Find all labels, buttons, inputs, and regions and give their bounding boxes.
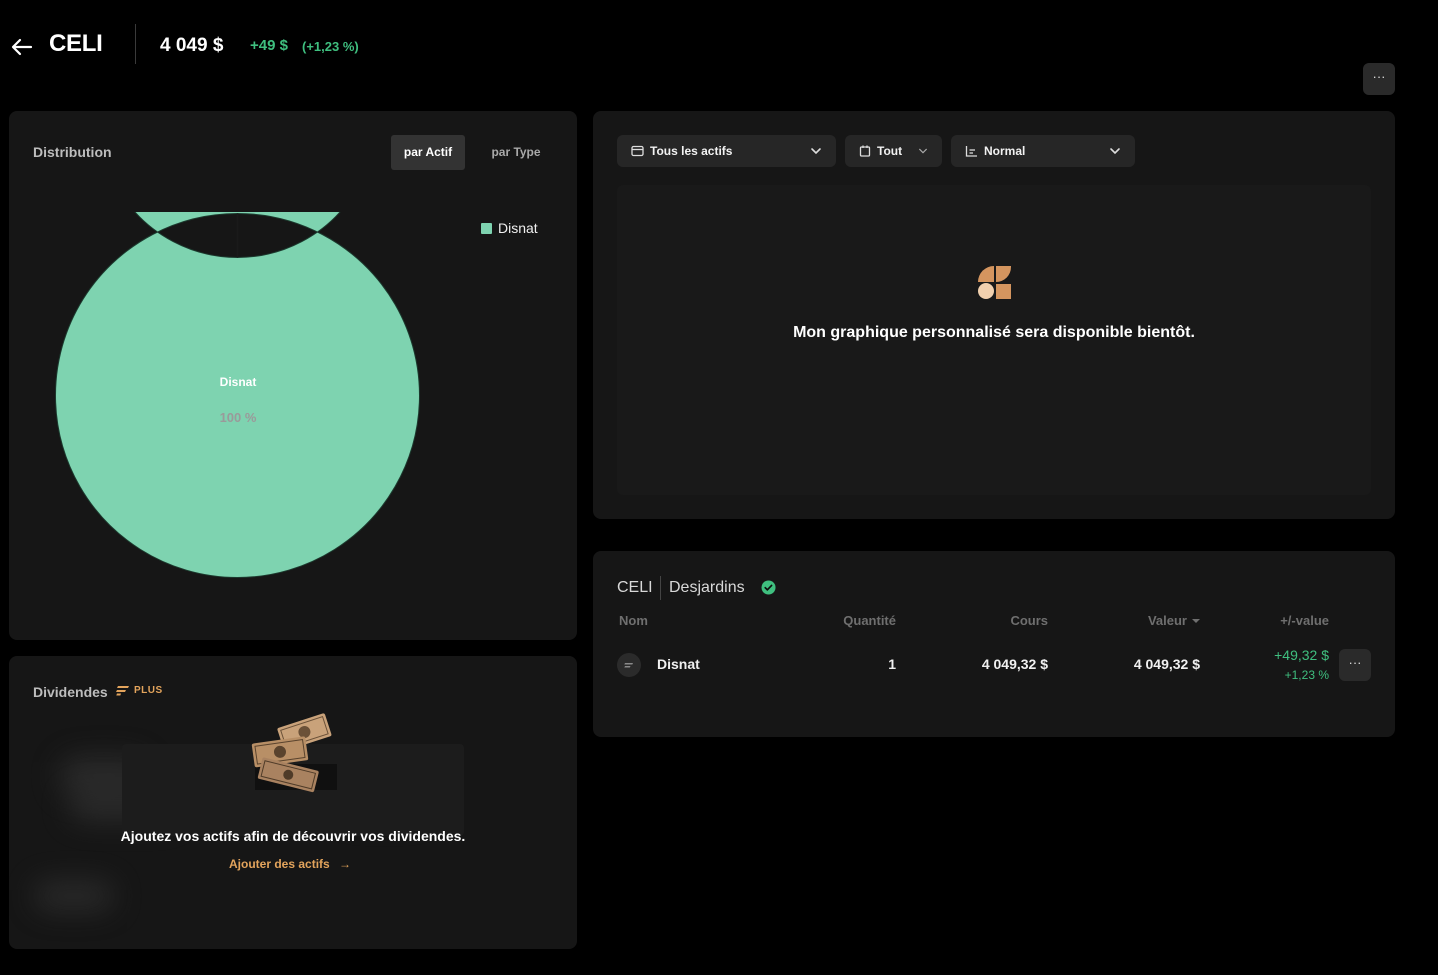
account-change-percent: (+1,23 %)	[302, 39, 359, 54]
chevron-down-icon	[919, 148, 927, 154]
plus-badge: PLUS	[116, 684, 163, 696]
chevron-down-icon	[1110, 148, 1120, 155]
dividends-empty-message: Ajoutez vos actifs afin de découvrir vos…	[120, 828, 466, 844]
chart-legend: Disnat	[481, 220, 538, 236]
arrow-right-icon: →	[339, 857, 352, 871]
column-header-name[interactable]: Nom	[619, 613, 648, 628]
performance-chart-card: Tous les actifs Tout Normal Mon graphiqu…	[593, 111, 1395, 519]
more-options-button[interactable]: ···	[1363, 63, 1395, 95]
holding-quantity: 1	[888, 656, 896, 672]
plus-tier-icon	[116, 686, 129, 696]
tab-by-asset[interactable]: par Actif	[391, 135, 465, 170]
brand-logo-icon	[978, 266, 1011, 299]
period-filter-dropdown[interactable]: Tout	[845, 135, 942, 167]
donut-center-percent: 100 %	[219, 410, 257, 425]
column-header-value[interactable]: Valeur	[1148, 613, 1200, 628]
period-filter-label: Tout	[877, 144, 903, 158]
column-header-price[interactable]: Cours	[1010, 613, 1048, 628]
assets-filter-label: Tous les actifs	[650, 144, 733, 158]
blurred-placeholder	[34, 881, 114, 911]
holding-name[interactable]: Disnat	[657, 656, 700, 672]
row-more-options-button[interactable]: ···	[1339, 649, 1371, 681]
dividends-card: Dividendes PLUS Ajoutez vos actifs afin …	[9, 656, 577, 949]
legend-swatch	[481, 222, 492, 234]
chart-mode-label: Normal	[984, 144, 1026, 158]
asset-avatar	[617, 653, 641, 677]
holding-change-percent: +1,23 %	[1284, 668, 1329, 682]
tab-by-type[interactable]: par Type	[479, 135, 553, 170]
donut-slice-disnat[interactable]	[55, 212, 420, 578]
asset-logo-icon	[624, 663, 633, 668]
add-assets-link-label: Ajouter des actifs	[229, 857, 330, 871]
wallet-icon	[631, 145, 644, 157]
back-arrow-icon[interactable]	[10, 34, 34, 58]
chart-mode-dropdown[interactable]: Normal	[951, 135, 1135, 167]
holdings-institution-label: Desjardins	[669, 579, 745, 596]
page-title: CELI	[49, 30, 103, 57]
add-assets-link[interactable]: Ajouter des actifs →	[229, 857, 351, 871]
chart-placeholder: Mon graphique personnalisé sera disponib…	[617, 185, 1371, 495]
donut-center-label: Disnat	[219, 375, 257, 389]
bar-chart-icon	[965, 146, 977, 157]
distribution-title: Distribution	[33, 144, 112, 160]
holdings-card: CELI Desjardins Nom Quantité Cours Valeu…	[593, 551, 1395, 737]
distribution-donut-chart	[55, 212, 420, 578]
money-bills-icon	[251, 713, 337, 793]
calendar-icon	[859, 145, 871, 157]
legend-label: Disnat	[498, 220, 538, 236]
page-header: CELI 4 049 $ +49 $ (+1,23 %)	[0, 0, 1438, 90]
column-header-value-label: Valeur	[1147, 613, 1187, 628]
sort-down-icon	[1192, 618, 1200, 623]
holdings-account-label: CELI	[617, 579, 653, 596]
account-change-value: +49 $	[250, 37, 288, 54]
chart-coming-soon-message: Mon graphique personnalisé sera disponib…	[793, 324, 1195, 341]
column-header-quantity[interactable]: Quantité	[843, 613, 896, 628]
assets-filter-dropdown[interactable]: Tous les actifs	[617, 135, 836, 167]
holding-value: 4 049,32 $	[1133, 656, 1200, 672]
chevron-down-icon	[811, 148, 821, 155]
account-total-value: 4 049 $	[160, 35, 224, 56]
dividends-title: Dividendes	[33, 684, 108, 700]
holding-price: 4 049,32 $	[981, 656, 1048, 672]
distribution-card: Distribution par Actif par Type Disnat D…	[9, 111, 577, 640]
plus-badge-label: PLUS	[134, 684, 163, 696]
holding-change-value: +49,32 $	[1274, 647, 1329, 663]
column-header-plus-minus[interactable]: +/-value	[1280, 613, 1329, 628]
verified-check-icon	[761, 580, 776, 595]
holdings-divider	[660, 576, 661, 600]
header-divider	[135, 24, 136, 64]
